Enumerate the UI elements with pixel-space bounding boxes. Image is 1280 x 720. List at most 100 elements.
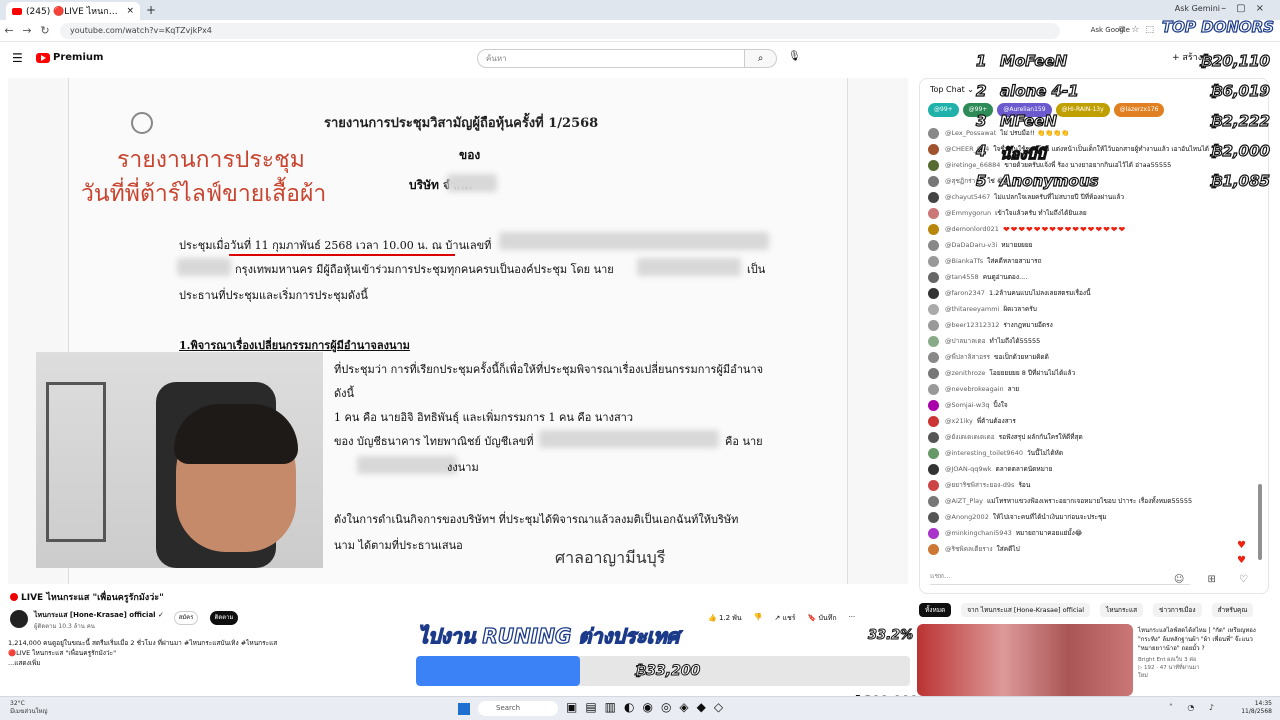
avatar[interactable]: [928, 415, 939, 427]
avatar[interactable]: [928, 255, 939, 267]
channel-name[interactable]: ไหนกระแส [Hone-Krasae] official ✓: [34, 610, 164, 621]
avatar[interactable]: [928, 175, 939, 187]
chat-message[interactable]: @JOAN-qq9wk ตลาดตลาดนัดหมาย: [928, 461, 1258, 477]
avatar[interactable]: [928, 191, 939, 203]
more-actions-button[interactable]: ···: [849, 613, 856, 624]
chat-username[interactable]: @Anong2002: [945, 513, 989, 521]
recommendation-tab[interactable]: สำหรับคุณ: [1211, 603, 1254, 617]
avatar[interactable]: [928, 399, 939, 411]
chat-username[interactable]: @faron2347: [945, 289, 985, 297]
chat-username[interactable]: @tan4558: [945, 273, 979, 281]
chat-input-icons[interactable]: ☺ ⊞ ♡: [1174, 574, 1258, 585]
ask-gemini-button[interactable]: Ask Gemini: [1175, 4, 1220, 13]
chat-username[interactable]: @thitareeyammi: [945, 305, 999, 313]
recommendation-tab[interactable]: ข่าวการเมือง: [1153, 603, 1202, 617]
dislike-button[interactable]: 👎: [754, 613, 763, 624]
chat-username[interactable]: @ยยาริชพิสาระยอง-d9s: [945, 480, 1014, 490]
chat-username[interactable]: @AiZT_Play: [945, 497, 983, 505]
avatar[interactable]: [928, 223, 939, 235]
chat-username[interactable]: @DaDaDaru-v3i: [945, 241, 997, 249]
chat-message[interactable]: @interesting_toilet9640 วันนี้ไม่ได้หัด: [928, 445, 1258, 461]
avatar[interactable]: [928, 287, 939, 299]
chat-message[interactable]: @faron2347 1.2ล้านคนแบบไม่ลงเลยสตรมเรื่อง…: [928, 285, 1258, 301]
back-icon[interactable]: ←: [0, 24, 18, 37]
join-button[interactable]: สมัคร: [174, 611, 198, 625]
chat-username[interactable]: @nevebrokeagain: [945, 385, 1004, 393]
reload-icon[interactable]: ↻: [36, 24, 54, 37]
chat-message[interactable]: @thitareeyammi ผิดเวลาครับ: [928, 301, 1258, 317]
show-more-link[interactable]: ...แสดงเพิ่ม: [8, 658, 408, 668]
avatar[interactable]: [928, 239, 939, 251]
chat-message[interactable]: @beer12312312 ร่างกฎหมายอีตรง: [928, 317, 1258, 333]
chat-message[interactable]: @Anong2002 ให้ไปเจาะคนที่ได้นำเงินมาก่อนจ…: [928, 509, 1258, 525]
subscribe-button[interactable]: ติดตาม: [210, 611, 238, 625]
taskbar-app-icons[interactable]: ▣▤▥◐◉◎◈◆◇: [566, 700, 731, 714]
video-description[interactable]: 1,214,000 คนดูอยู่ในขณะนี้ สตรีมเริ่มเมื…: [8, 638, 408, 674]
taskbar-search[interactable]: Search: [478, 701, 558, 716]
new-tab-button[interactable]: +: [146, 3, 156, 17]
chat-username[interactable]: @zenithroze: [945, 369, 985, 377]
avatar[interactable]: [928, 383, 939, 395]
chat-scrollbar[interactable]: [1258, 484, 1262, 560]
chat-username[interactable]: @JOAN-qq9wk: [945, 465, 992, 473]
like-button[interactable]: 👍 1.2 พัน: [708, 613, 742, 624]
recommendation-tab[interactable]: จาก ไหนกระแส [Hone-Krasae] official: [961, 603, 1091, 617]
avatar[interactable]: [928, 319, 939, 331]
chat-message[interactable]: @nevebrokeagain ลาย: [928, 381, 1258, 397]
chat-message[interactable]: @x21iky พี่ต้านต้องสาร: [928, 413, 1258, 429]
menu-icon[interactable]: ☰: [12, 51, 23, 65]
avatar[interactable]: [928, 543, 939, 555]
chat-message[interactable]: @demonlord021 ❤❤❤❤❤❤❤❤❤❤❤❤❤❤❤❤: [928, 221, 1258, 237]
search-input[interactable]: ค้นหา: [477, 49, 745, 68]
share-button[interactable]: ↗ แชร์: [774, 613, 795, 624]
chat-username[interactable]: @Emmygorun: [945, 209, 991, 217]
chat-username[interactable]: @Somjai-w3q: [945, 401, 989, 409]
chat-message[interactable]: @minkingchani5943 หมายถามาคอยแย่มั้ง😂: [928, 525, 1258, 541]
chat-message[interactable]: @BiankaTfs ใส่คดีหลายสามารถ: [928, 253, 1258, 269]
start-icon[interactable]: [458, 703, 470, 715]
chat-username[interactable]: @beer12312312: [945, 321, 999, 329]
url-field[interactable]: youtube.com/watch?v=KqTZvjkPx4: [60, 22, 1060, 39]
avatar[interactable]: [928, 479, 939, 491]
chat-username[interactable]: @ริชพิคลเตียราง: [945, 544, 993, 554]
avatar[interactable]: [928, 495, 939, 507]
save-button[interactable]: 🔖 บันทึก: [808, 613, 837, 624]
chat-username[interactable]: @minkingchani5943: [945, 529, 1012, 537]
avatar[interactable]: [928, 159, 939, 171]
chat-username[interactable]: @x21iky: [945, 417, 973, 425]
recommended-video-title[interactable]: ไหนกระแสไลฟ์สดได้สไหม | "กัด" เหรียญทอง …: [1138, 626, 1270, 653]
search-icon[interactable]: ⌕: [745, 49, 777, 68]
chat-message[interactable]: @ริชพิคลเตียราง ใส่คดีไป: [928, 541, 1258, 557]
avatar[interactable]: [928, 303, 939, 315]
avatar[interactable]: [928, 335, 939, 347]
avatar[interactable]: [928, 351, 939, 363]
chat-message[interactable]: @ยยาริชพิสาระยอง-d9s ร้อน: [928, 477, 1258, 493]
avatar[interactable]: [10, 610, 28, 628]
chat-message[interactable]: @tan4558 คนดูอ่านตอง....: [928, 269, 1258, 285]
recommendation-tab[interactable]: ทั้งหมด: [919, 603, 952, 617]
chat-message[interactable]: @Emmygorun เข้าใจแล้วครับ ทำไมถึงได้ยินเล…: [928, 205, 1258, 221]
weather-widget[interactable]: 32°C มีเมฆส่วนใหญ่: [10, 700, 48, 716]
chat-username[interactable]: @interesting_toilet9640: [945, 449, 1023, 457]
avatar[interactable]: [928, 127, 939, 139]
avatar[interactable]: [928, 271, 939, 283]
close-icon[interactable]: ×: [126, 6, 134, 16]
chat-message[interactable]: @DaDaDaru-v3i หมายยยยย: [928, 237, 1258, 253]
avatar[interactable]: [928, 463, 939, 475]
avatar[interactable]: [928, 143, 939, 155]
chat-username[interactable]: @BiankaTfs: [945, 257, 983, 265]
avatar[interactable]: [928, 207, 939, 219]
avatar[interactable]: [928, 367, 939, 379]
chat-username[interactable]: @demonlord021: [945, 225, 999, 233]
clock[interactable]: 14:35 11/8/2568: [1241, 700, 1272, 716]
window-controls[interactable]: –▢×: [1221, 3, 1274, 14]
chat-message[interactable]: @zenithroze โอยยยยยย 8 ปีที่ผ่านไม่ได้แล้…: [928, 365, 1258, 381]
chat-message[interactable]: @ปาลมาลเตอ ทำไมถึงได้55555: [928, 333, 1258, 349]
forward-icon[interactable]: →: [18, 24, 36, 37]
avatar[interactable]: [928, 511, 939, 523]
chat-input[interactable]: แชท...: [930, 571, 1190, 585]
microphone-icon[interactable]: 🎙: [788, 51, 801, 62]
recommendation-tab[interactable]: ไหนกระแส: [1100, 603, 1144, 617]
avatar[interactable]: [928, 447, 939, 459]
browser-tab[interactable]: (245) 🔴LIVE ไหนกระแส "เพื่ ×: [6, 2, 140, 20]
